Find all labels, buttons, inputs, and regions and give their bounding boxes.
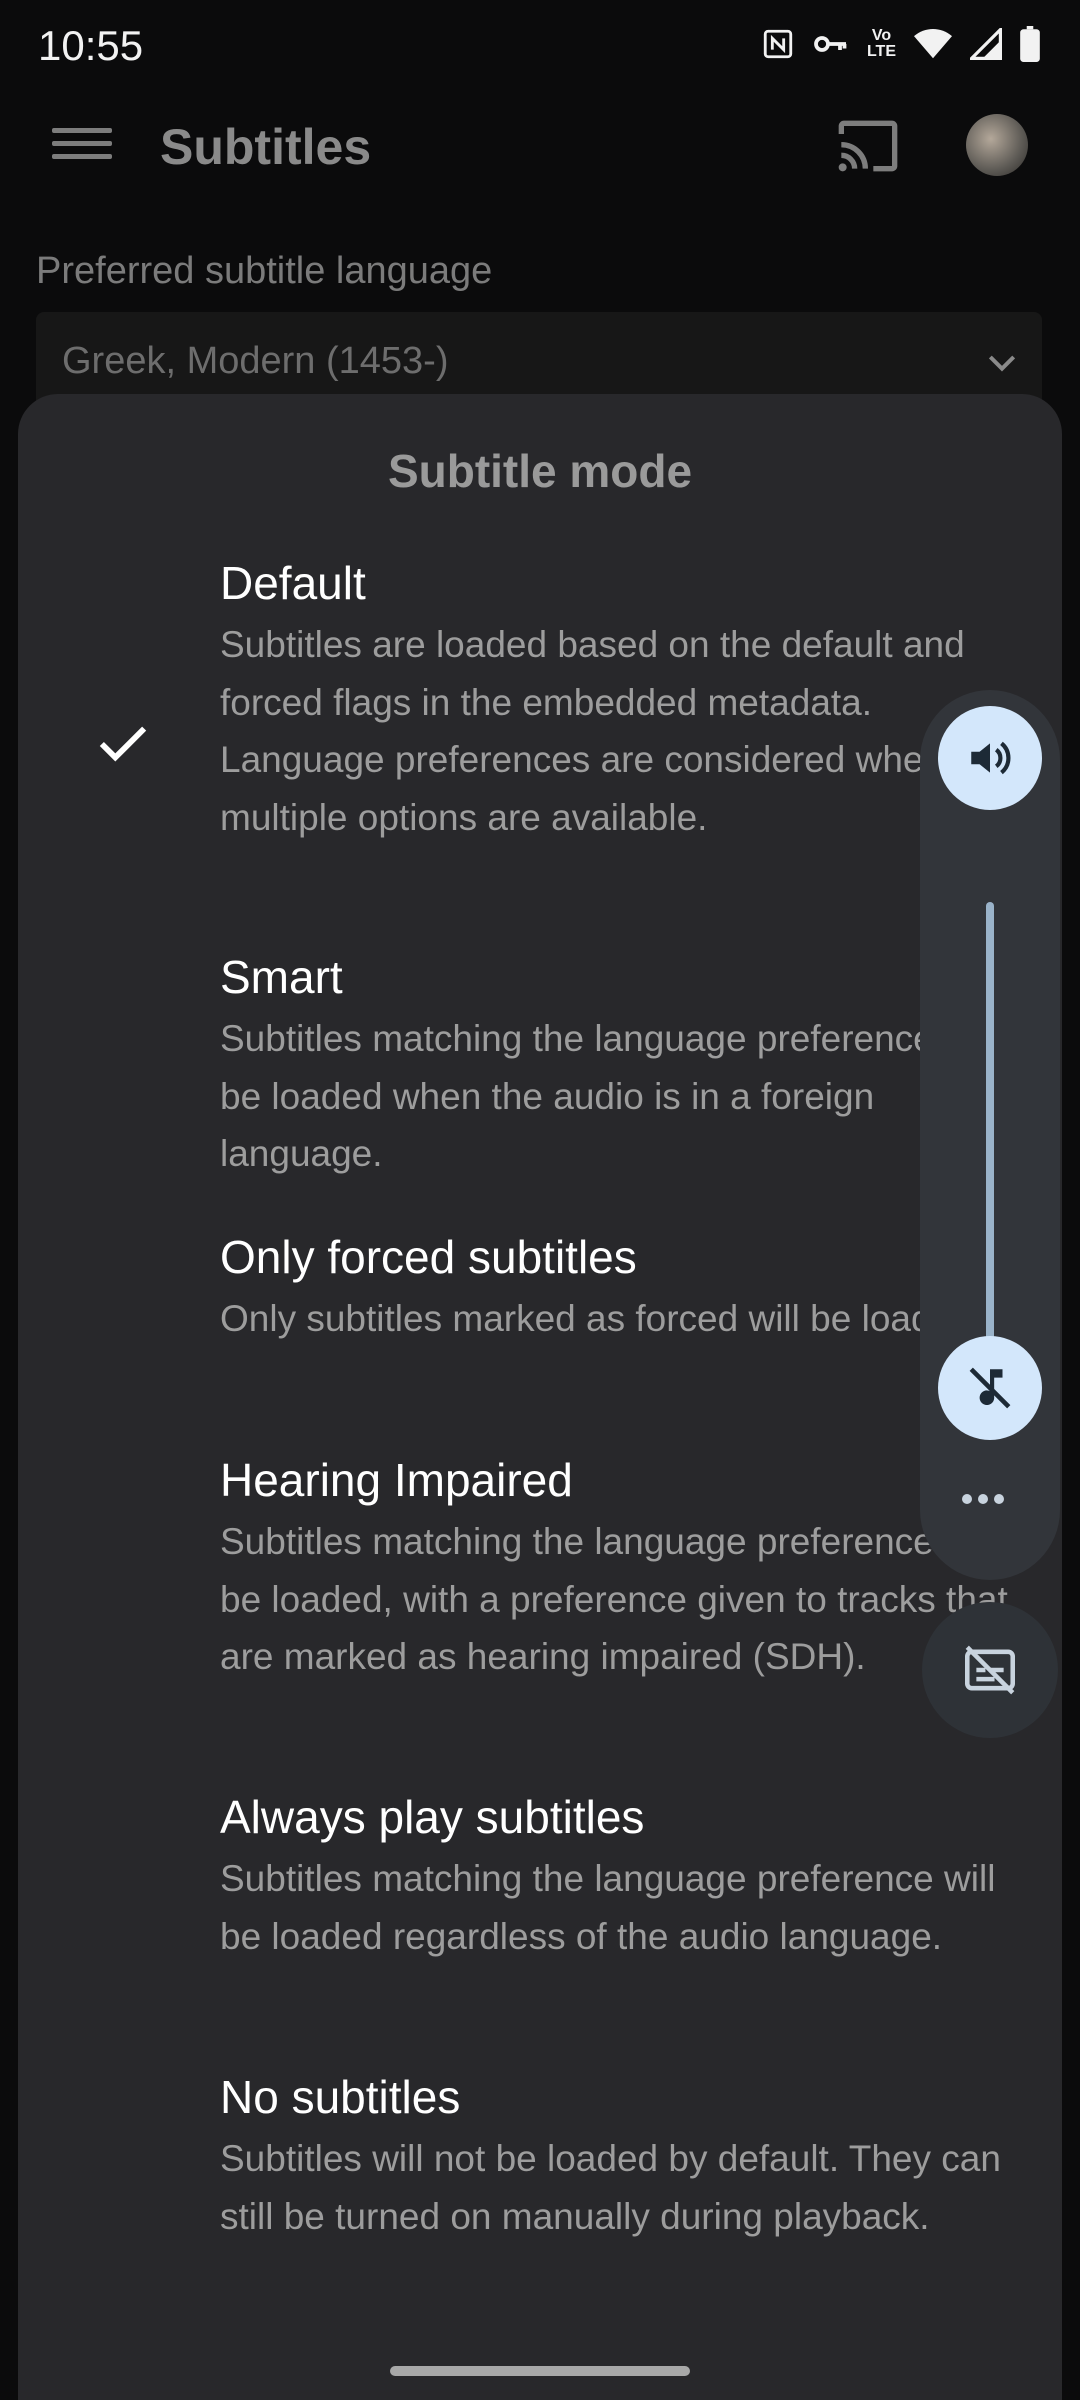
- chevron-down-icon: [982, 342, 1022, 387]
- gesture-nav-handle[interactable]: [390, 2366, 690, 2376]
- option-description: Subtitles are loaded based on the defaul…: [220, 624, 965, 838]
- option-title: Only forced subtitles: [220, 1231, 637, 1283]
- check-icon: [98, 724, 148, 769]
- vpn-key-icon: [813, 29, 849, 59]
- option-no-subtitles[interactable]: No subtitles Subtitles will not be loade…: [18, 2068, 1062, 2318]
- preferred-language-value: Greek, Modern (1453-): [62, 340, 449, 382]
- cast-icon[interactable]: [836, 118, 900, 179]
- battery-icon: [1020, 26, 1040, 62]
- option-smart[interactable]: Smart Subtitles matching the language pr…: [18, 948, 1062, 1198]
- volte-icon: Vo LTE: [866, 27, 896, 60]
- option-title: Smart: [220, 951, 343, 1003]
- sheet-title: Subtitle mode: [387, 445, 693, 497]
- status-icons: Vo LTE: [761, 26, 1040, 62]
- preferred-language-label: Preferred subtitle language: [36, 250, 493, 292]
- avatar[interactable]: [966, 114, 1028, 176]
- app-bar: Subtitles: [0, 100, 1080, 196]
- option-description: Subtitles matching the language preferen…: [220, 1858, 996, 1957]
- nfc-icon: [761, 27, 795, 61]
- option-title: Default: [220, 557, 366, 609]
- volume-slider-track[interactable]: [986, 902, 994, 1372]
- option-description: Subtitles matching the language preferen…: [220, 1521, 1008, 1677]
- page-title: Subtitles: [160, 119, 372, 175]
- option-title: Always play subtitles: [220, 1791, 645, 1843]
- status-time: 10:55: [38, 22, 144, 69]
- option-description: Subtitles will not be loaded by default.…: [220, 2138, 1001, 2237]
- speaker-icon[interactable]: [938, 706, 1042, 810]
- status-bar: 10:55 Vo LTE: [0, 0, 1080, 92]
- volume-panel: [920, 690, 1060, 1580]
- option-only-forced[interactable]: Only forced subtitles Only subtitles mar…: [18, 1228, 1062, 1408]
- subtitle-mode-sheet: Subtitle mode Default Subtitles are load…: [18, 394, 1062, 2400]
- option-default[interactable]: Default Subtitles are loaded based on th…: [18, 554, 1062, 864]
- wifi-icon: [914, 28, 952, 60]
- music-off-icon[interactable]: [938, 1336, 1042, 1440]
- option-always-play[interactable]: Always play subtitles Subtitles matching…: [18, 1788, 1062, 2038]
- menu-icon[interactable]: [52, 120, 112, 176]
- option-description: Only subtitles marked as forced will be …: [220, 1298, 983, 1339]
- more-horiz-icon[interactable]: [962, 1494, 1004, 1504]
- option-title: Hearing Impaired: [220, 1454, 573, 1506]
- option-title: No subtitles: [220, 2071, 461, 2123]
- option-hearing-impaired[interactable]: Hearing Impaired Subtitles matching the …: [18, 1451, 1062, 1751]
- signal-icon: [970, 28, 1002, 60]
- option-description: Subtitles matching the language preferen…: [220, 1018, 996, 1174]
- captions-off-icon[interactable]: [922, 1602, 1058, 1738]
